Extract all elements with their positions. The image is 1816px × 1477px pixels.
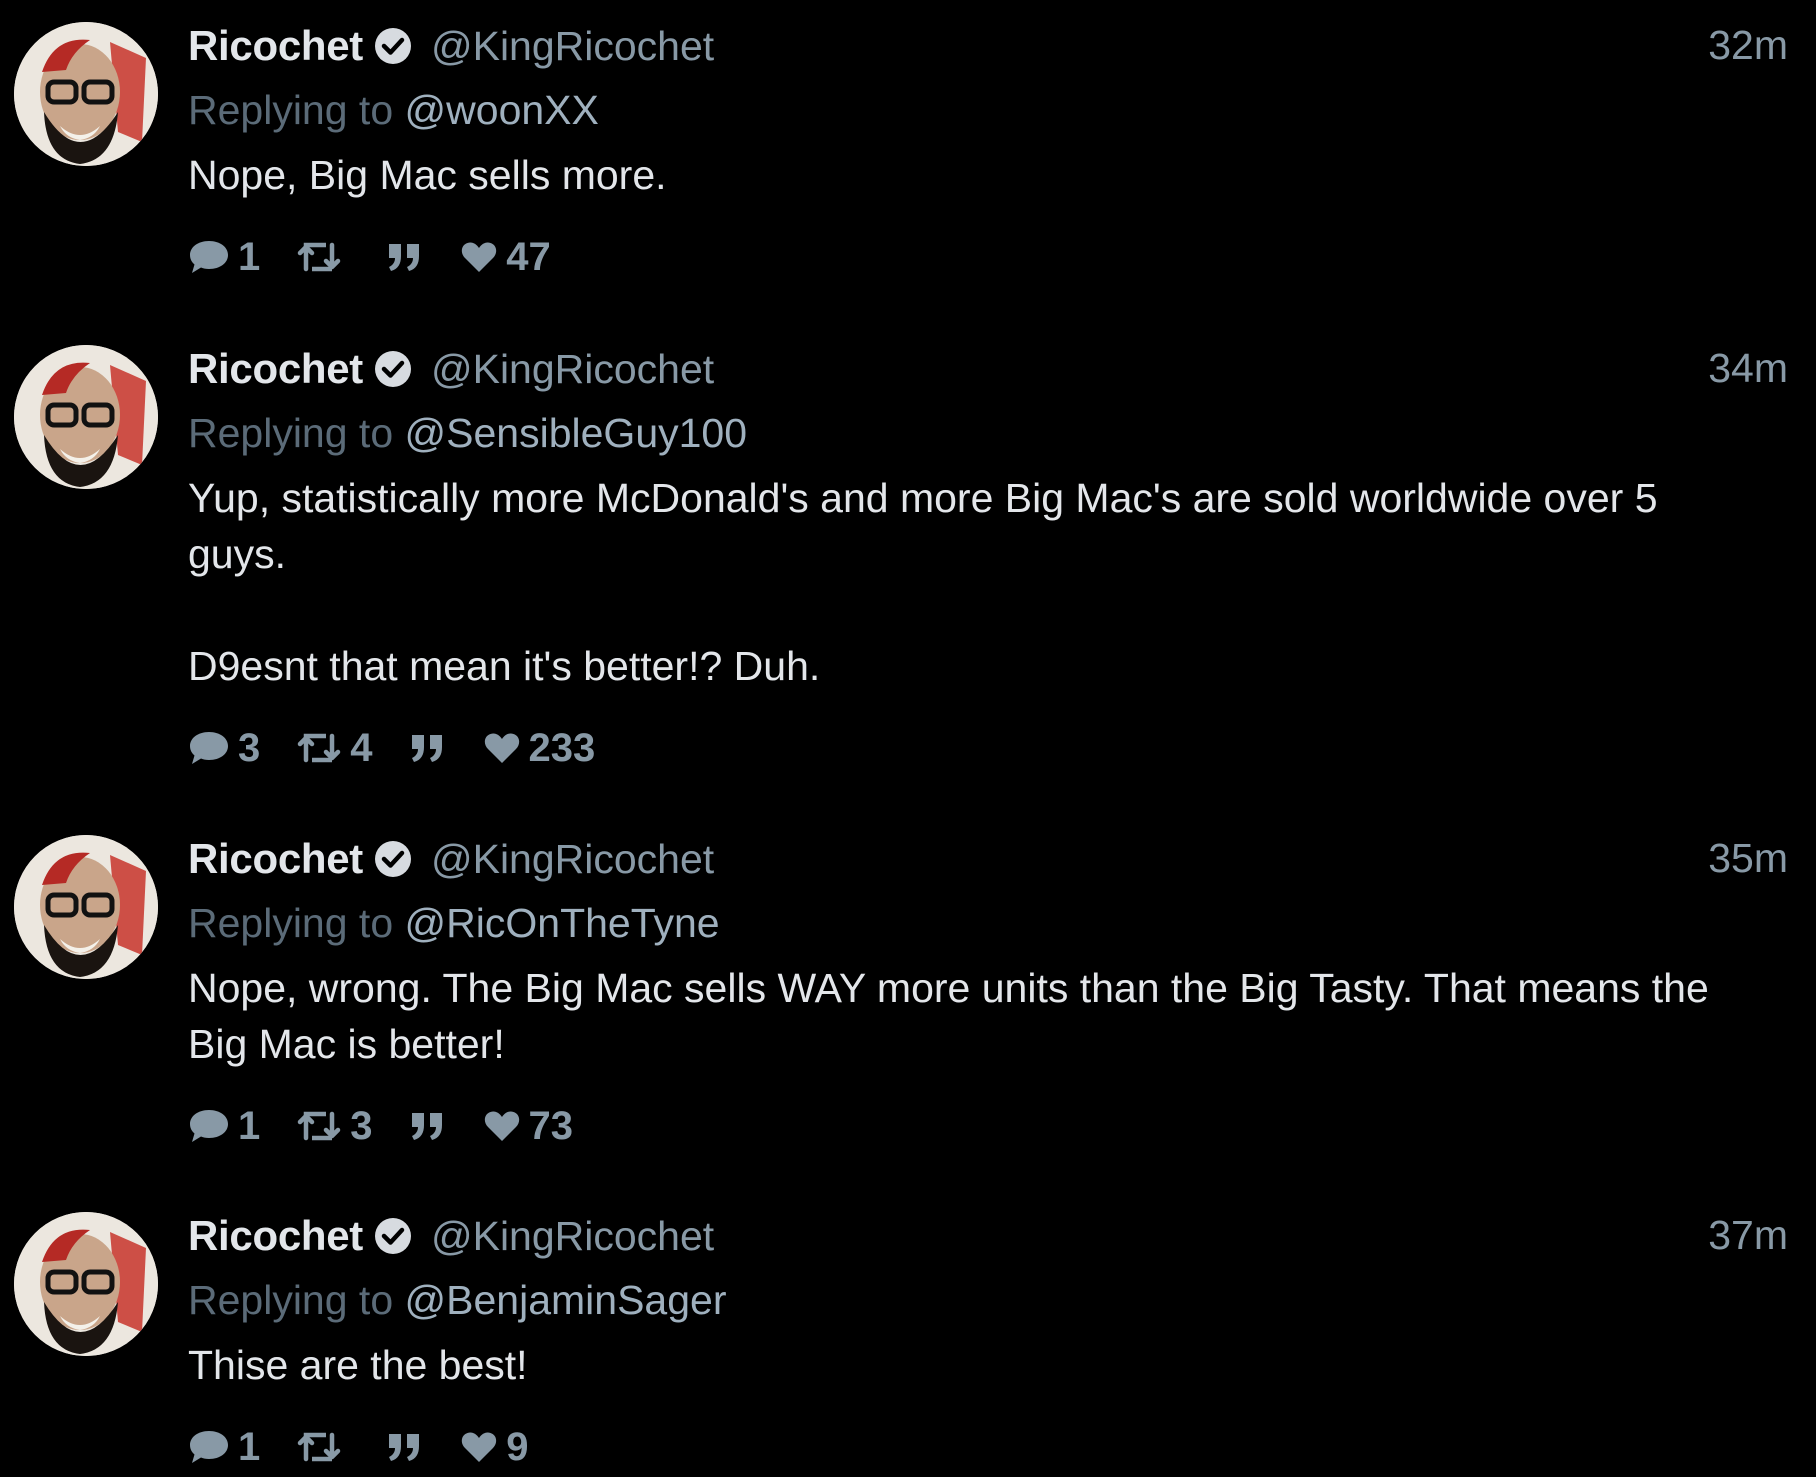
- reply-button[interactable]: 1: [188, 1425, 260, 1470]
- reply-button[interactable]: 1: [188, 235, 260, 280]
- quote-button[interactable]: [409, 731, 447, 765]
- reply-count: 3: [238, 725, 261, 770]
- retweet-count: 3: [350, 1103, 373, 1148]
- heart-icon: [484, 1111, 519, 1141]
- avatar-image: [14, 835, 158, 979]
- retweet-icon: [298, 733, 341, 763]
- verified-badge-icon: [373, 26, 413, 66]
- reply-count: 1: [238, 1424, 261, 1469]
- reply-icon: [190, 241, 228, 273]
- display-name[interactable]: Ricochet: [188, 22, 363, 70]
- quote-icon: [411, 1113, 442, 1140]
- reply-button[interactable]: 1: [188, 1104, 260, 1149]
- display-name[interactable]: Ricochet: [188, 345, 363, 393]
- timestamp[interactable]: 34m: [1708, 345, 1788, 392]
- tweet-text: Nope, wrong. The Big Mac sells WAY more …: [188, 965, 1709, 1067]
- avatar[interactable]: [14, 22, 158, 166]
- user-handle[interactable]: @KingRicochet: [431, 23, 714, 70]
- action-bar: 1 3 73: [188, 1096, 1788, 1156]
- reply-icon: [190, 1431, 228, 1463]
- tweet-text: Nope, Big Mac sells more.: [188, 152, 667, 198]
- replying-to: Replying to @BenjaminSager: [188, 1271, 1788, 1329]
- quote-icon: [389, 244, 420, 271]
- action-bar: 1 9: [188, 1417, 1788, 1477]
- mention-link[interactable]: @BenjaminSager: [405, 1277, 727, 1323]
- mention-link[interactable]: @woonXX: [405, 87, 599, 133]
- like-count: 73: [528, 1103, 574, 1148]
- verified-badge-icon: [373, 1216, 413, 1256]
- verified-badge-icon: [373, 839, 413, 879]
- timestamp[interactable]: 35m: [1708, 835, 1788, 882]
- quote-button[interactable]: [386, 240, 424, 274]
- replying-to: Replying to @SensibleGuy100: [188, 404, 1788, 462]
- avatar-image: [14, 345, 158, 489]
- replying-to-label: Replying to: [188, 87, 394, 133]
- retweet-button[interactable]: [296, 1429, 350, 1465]
- reply-button[interactable]: 3: [188, 726, 260, 771]
- user-handle[interactable]: @KingRicochet: [431, 836, 714, 883]
- retweet-button[interactable]: 4: [296, 725, 373, 771]
- action-bar: 1 47: [188, 227, 1788, 287]
- heart-icon: [462, 1432, 497, 1462]
- avatar[interactable]: [14, 1212, 158, 1356]
- avatar-image: [14, 1212, 158, 1356]
- like-count: 233: [528, 725, 596, 770]
- like-count: 9: [506, 1424, 529, 1469]
- reply-count: 1: [238, 234, 261, 279]
- heart-icon: [462, 242, 497, 272]
- like-button[interactable]: 73: [483, 1103, 574, 1149]
- timestamp[interactable]: 32m: [1708, 22, 1788, 69]
- avatar[interactable]: [14, 835, 158, 979]
- reply-count: 1: [238, 1103, 261, 1148]
- retweet-button[interactable]: 3: [296, 1103, 373, 1149]
- mention-link[interactable]: @SensibleGuy100: [405, 410, 748, 456]
- retweet-count: 4: [350, 725, 373, 770]
- quote-icon: [411, 735, 442, 762]
- verified-badge-icon: [373, 349, 413, 389]
- avatar-image: [14, 22, 158, 166]
- avatar[interactable]: [14, 345, 158, 489]
- quote-button[interactable]: [409, 1109, 447, 1143]
- user-handle[interactable]: @KingRicochet: [431, 1213, 714, 1260]
- like-count: 47: [506, 234, 551, 279]
- like-button[interactable]: 9: [460, 1424, 529, 1470]
- quote-button[interactable]: [386, 1430, 424, 1464]
- heart-icon: [484, 733, 519, 763]
- display-name[interactable]: Ricochet: [188, 1212, 363, 1260]
- replying-to-label: Replying to: [188, 900, 394, 946]
- quote-icon: [389, 1434, 420, 1461]
- replying-to-label: Replying to: [188, 1277, 394, 1323]
- mention-link[interactable]: @RicOnTheTyne: [405, 900, 720, 946]
- retweet-icon: [298, 1111, 341, 1141]
- display-name[interactable]: Ricochet: [188, 835, 363, 883]
- reply-icon: [190, 732, 228, 764]
- like-button[interactable]: 47: [460, 235, 551, 280]
- replying-to-label: Replying to: [188, 410, 394, 456]
- action-bar: 3 4 233: [188, 718, 1788, 778]
- user-handle[interactable]: @KingRicochet: [431, 346, 714, 393]
- replying-to: Replying to @woonXX: [188, 81, 1788, 139]
- retweet-button[interactable]: [296, 239, 350, 275]
- like-button[interactable]: 233: [483, 725, 596, 771]
- retweet-icon: [298, 242, 341, 272]
- tweet-text: Yup, statistically more McDonald's and m…: [188, 475, 1658, 689]
- reply-icon: [190, 1110, 228, 1142]
- tweet-text: Thise are the best!: [188, 1342, 528, 1388]
- retweet-icon: [298, 1432, 341, 1462]
- replying-to: Replying to @RicOnTheTyne: [188, 894, 1788, 952]
- timestamp[interactable]: 37m: [1708, 1212, 1788, 1259]
